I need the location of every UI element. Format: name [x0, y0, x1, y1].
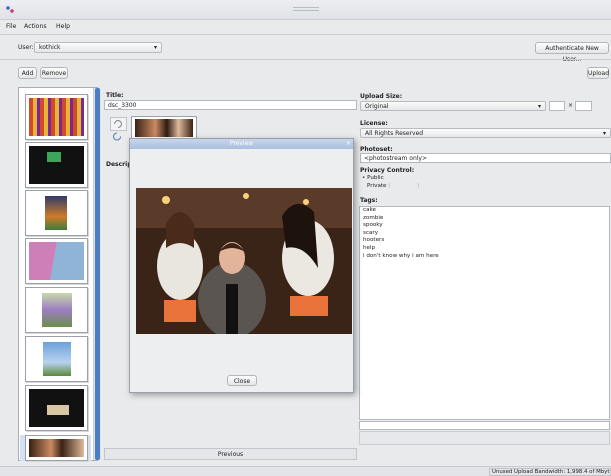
private-options-icon: ( ) [388, 183, 420, 189]
upload-size-select[interactable]: Original ▾ [360, 101, 546, 111]
thumbnail-7[interactable] [25, 385, 88, 431]
chevron-down-icon: ▾ [537, 103, 541, 110]
public-radio-label: Public [367, 175, 384, 181]
rotate-left-icon [114, 120, 122, 128]
description-label: Descrip [106, 161, 132, 168]
thumbnail-8[interactable] [25, 435, 88, 461]
close-icon[interactable]: × [346, 140, 351, 147]
previous-button[interactable]: Previous [104, 448, 357, 460]
thumbnail-3[interactable] [25, 190, 88, 236]
status-bar: Unused Upload Bandwidth: 1,998.4 of Mbyt [0, 466, 611, 476]
preview-dialog: Preview × Close [129, 138, 354, 393]
thumbnail-5[interactable] [25, 287, 88, 333]
window-titlebar[interactable] [0, 0, 611, 20]
tags-scrollbar[interactable] [359, 421, 610, 430]
tags-textarea[interactable]: cake zombie spooky scary hooters help i … [359, 206, 610, 420]
private-radio-label: Private [367, 183, 387, 189]
thumbnail-6[interactable] [25, 336, 88, 382]
preview-dialog-title[interactable]: Preview [130, 139, 353, 149]
upload-size-value: Original [365, 103, 389, 110]
user-separator [0, 59, 611, 60]
menu-file[interactable]: File [6, 23, 16, 30]
authenticate-user-button[interactable]: Authenticate New User... [535, 42, 609, 63]
private-radio[interactable]: Private ( ) [367, 183, 462, 189]
rotate-right-button[interactable] [110, 132, 127, 142]
user-select-value: kothick [39, 44, 61, 51]
menu-help[interactable]: Help [56, 23, 70, 30]
chevron-down-icon: ▾ [602, 130, 606, 137]
upload-button[interactable]: Upload [587, 67, 609, 79]
tag-item: hooters [363, 237, 385, 244]
privacy-label: Privacy Control: [360, 167, 415, 174]
preview-photo [136, 188, 352, 334]
close-button[interactable]: Close [227, 375, 257, 386]
tag-item: zombie [363, 214, 384, 221]
tag-item: cake [363, 207, 376, 213]
public-radio[interactable]: • Public [362, 175, 384, 181]
thumbnail-4[interactable] [25, 238, 88, 284]
tags-label: Tags: [360, 197, 378, 204]
license-value: All Rights Reserved [365, 130, 424, 137]
user-select[interactable]: kothick ▾ [34, 42, 162, 53]
menu-actions[interactable]: Actions [24, 23, 47, 30]
thumbnail-1[interactable] [25, 94, 88, 140]
times-icon: × [568, 102, 574, 109]
width-input[interactable] [549, 101, 565, 111]
tag-item: scary [363, 229, 379, 236]
title-input[interactable]: dsc_3300 [104, 100, 357, 110]
user-label: User: [18, 44, 34, 51]
next-button[interactable] [359, 431, 610, 445]
tag-item: spooky [363, 222, 383, 229]
license-select[interactable]: All Rights Reserved ▾ [360, 128, 611, 138]
radio-selected-icon: • [362, 175, 366, 181]
menu-bar: File Actions Help [0, 20, 611, 34]
photoset-select[interactable]: <photostream only> [360, 153, 611, 163]
rotate-left-button[interactable] [110, 117, 127, 131]
license-label: License: [360, 120, 388, 127]
remove-button[interactable]: Remove [40, 67, 68, 79]
titlebar-grip [293, 7, 319, 11]
scrollbar-handle[interactable] [95, 88, 100, 460]
add-button[interactable]: Add [18, 67, 37, 79]
menu-separator [0, 34, 611, 35]
thumbnail-2[interactable] [25, 142, 88, 188]
photoset-label: Photoset: [360, 146, 393, 153]
photoset-value: <photostream only> [364, 155, 427, 162]
details-thumbnail [131, 116, 197, 140]
thumbnail-scrollbar[interactable] [93, 88, 101, 460]
preview-photo-image [136, 188, 352, 334]
tag-item: i don't know why i am here [363, 252, 439, 259]
height-input[interactable] [575, 101, 592, 111]
upload-size-label: Upload Size: [360, 93, 403, 100]
chevron-down-icon: ▾ [153, 44, 157, 51]
tag-item: help [363, 244, 376, 251]
bandwidth-status: Unused Upload Bandwidth: 1,998.4 of Mbyt [489, 468, 611, 476]
rotate-right-icon [113, 132, 122, 141]
app-icon [6, 6, 14, 13]
title-label: Title: [106, 92, 124, 99]
